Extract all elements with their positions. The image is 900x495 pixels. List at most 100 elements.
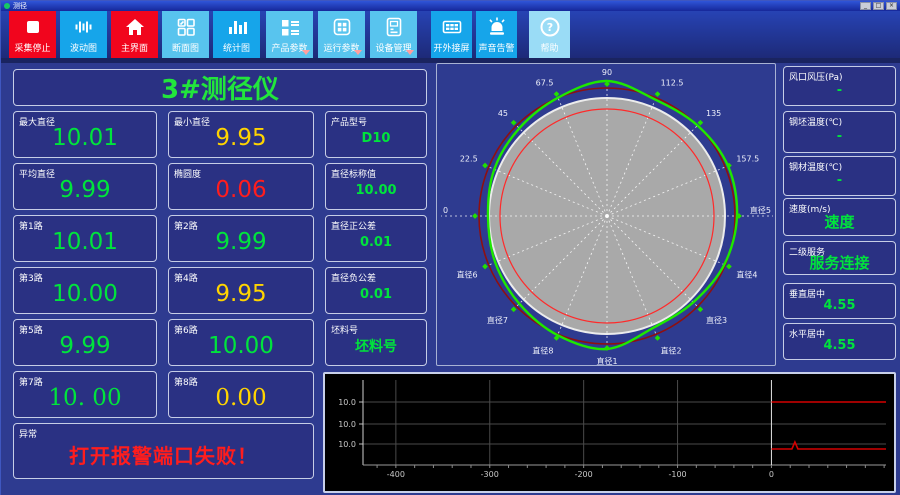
svg-text:?: ? [546, 21, 552, 34]
metric-cell: 最小直径 9.95 [168, 111, 314, 158]
right-panel: 风口风压(Pa) - 钢坯温度(℃) - 钢材温度(℃) - 速度(m/s) 速度 二级服务 服务… [783, 66, 896, 360]
polar-spoke-label: 112.5 [661, 79, 684, 88]
polar-spoke-label: 直径3 [706, 315, 727, 325]
metric-cell: 第8路 0.00 [168, 371, 314, 418]
polar-spoke-label: 直径6 [457, 270, 478, 280]
toolbar-button-stop[interactable]: 采集停止 [9, 11, 56, 58]
metric-cell: 坯料号 坯料号 [325, 319, 427, 366]
metric-cell: 第6路 10.00 [168, 319, 314, 366]
device-icon [382, 16, 405, 42]
metric-label: 第8路 [174, 378, 198, 388]
toolbar-button-section[interactable]: 断面图 [162, 11, 209, 58]
metric-label: 第7路 [19, 378, 43, 388]
toolbar-button-alarm[interactable]: 声音告警 [476, 11, 517, 58]
polar-profile-chart: 0 22.5 45 67.5 90 112.5 135 157.5 直径5 直径4 直径3 直径2 直径… [441, 68, 773, 366]
trend-x-tick-label: -100 [668, 470, 686, 479]
polar-spoke-label: 直径2 [661, 345, 682, 355]
dropdown-arrow-icon[interactable] [406, 50, 414, 55]
metric-label: 第4路 [174, 274, 198, 284]
right-panel-label: 钢坯温度(℃) [789, 118, 843, 128]
toolbar-button-barchart[interactable]: 统计图 [213, 11, 260, 58]
metric-cell: 椭圆度 0.06 [168, 163, 314, 210]
metric-cell: 最大直径 10.01 [13, 111, 157, 158]
toolbar-button-label: 开外接屏 [433, 44, 470, 54]
toolbar-button-label: 帮助 [540, 44, 559, 54]
right-panel-box: 速度(m/s) 速度 [783, 198, 896, 236]
toolbar-button-run-params[interactable]: 运行参数 [318, 11, 365, 58]
toolbar-button-waveform[interactable]: 波动图 [60, 11, 107, 58]
toolbar-button-label: 断面图 [171, 44, 199, 54]
metric-cell: 第4路 9.95 [168, 267, 314, 314]
metric-label: 直径正公差 [331, 222, 377, 232]
stop-icon [21, 16, 44, 42]
spoke-marker [553, 91, 560, 97]
metric-label: 平均直径 [19, 170, 56, 180]
toolbar-button-label: 波动图 [69, 44, 97, 54]
trend-x-tick-label: 0 [769, 470, 774, 479]
metric-label: 第3路 [19, 274, 43, 284]
metric-label: 直径负公差 [331, 274, 377, 284]
toolbar-button-help[interactable]: ? 帮助 [529, 11, 570, 58]
spoke-marker [654, 91, 661, 97]
metric-label: 第2路 [174, 222, 198, 232]
barchart-icon [225, 16, 248, 42]
maximize-button[interactable]: □ [873, 2, 884, 10]
metric-label: 最小直径 [174, 118, 211, 128]
alarm-box: 异常 打开报警端口失败！ [13, 423, 314, 479]
close-button[interactable]: × [886, 2, 897, 10]
metric-label: 产品型号 [331, 118, 368, 128]
dropdown-arrow-icon[interactable] [354, 50, 362, 55]
metric-cell: 第5路 9.99 [13, 319, 157, 366]
right-panel-box: 水平居中 4.55 [783, 323, 896, 360]
metric-label: 最大直径 [19, 118, 56, 128]
spoke-marker [510, 119, 517, 126]
polar-spoke-label: 90 [602, 68, 612, 77]
polar-spoke-label: 45 [498, 109, 508, 118]
toolbar-button-label: 采集停止 [14, 44, 51, 54]
toolbar-button-label: 统计图 [222, 44, 250, 54]
metric-label: 第5路 [19, 326, 43, 336]
metric-cell: 产品型号 D10 [325, 111, 427, 158]
right-panel-box: 垂直居中 4.55 [783, 283, 896, 319]
right-panel-label: 钢材温度(℃) [789, 163, 843, 173]
right-panel-box: 风口风压(Pa) - [783, 66, 896, 106]
polar-spoke-label: 0 [443, 206, 448, 215]
right-panel-box: 钢材温度(℃) - [783, 156, 896, 196]
minimize-button[interactable]: _ [860, 2, 871, 10]
metric-cell: 第7路 10. 00 [13, 371, 157, 418]
app-window: 测径 _ □ × 采集停止 波动图 主界面 断面图 统计图 产品参数 运行参数 设备管理开外接… [0, 0, 900, 495]
toolbar-button-product-params[interactable]: 产品参数 [266, 11, 313, 58]
spoke-marker [697, 119, 704, 126]
metric-label: 第1路 [19, 222, 43, 232]
toolbar-button-label: 声音告警 [478, 44, 515, 54]
alarm-icon [485, 16, 508, 42]
window-controls: _ □ × [860, 2, 897, 10]
metric-cell: 第3路 10.00 [13, 267, 157, 314]
polar-spoke-label: 直径5 [750, 205, 771, 215]
polar-spoke-label: 直径7 [487, 315, 508, 325]
trend-y-tick-label: 10.0 [338, 440, 356, 449]
help-icon: ? [538, 16, 561, 42]
trend-chart: 10.0 10.0 10.0 -400 -300 -200 -100 0 [325, 374, 894, 491]
polar-spoke-label: 157.5 [736, 154, 759, 163]
metric-label: 直径标称值 [331, 170, 377, 180]
spoke-marker [472, 213, 478, 219]
polar-spoke-label: 22.5 [460, 154, 478, 163]
toolbar-button-home[interactable]: 主界面 [111, 11, 158, 58]
toolbar-button-device[interactable]: 设备管理 [370, 11, 417, 58]
polar-chart-panel: 0 22.5 45 67.5 90 112.5 135 157.5 直径5 直径4 直径3 直径2 直径… [436, 63, 776, 366]
spoke-marker [510, 306, 517, 313]
right-panel-label: 速度(m/s) [789, 205, 831, 215]
spoke-marker [482, 162, 488, 169]
right-panel-label: 垂直居中 [789, 290, 826, 300]
alarm-message: 打开报警端口失败！ [69, 444, 258, 468]
polar-spoke-label: 直径4 [736, 270, 757, 280]
spoke-marker [482, 263, 488, 270]
window-title: 测径 [13, 2, 27, 10]
dropdown-arrow-icon[interactable] [302, 50, 310, 55]
spoke-marker [726, 263, 732, 270]
metric-cell: 直径负公差 0.01 [325, 267, 427, 314]
run-params-icon [330, 16, 353, 42]
polar-spoke-label: 67.5 [536, 79, 554, 88]
toolbar-button-monitor[interactable]: 开外接屏 [431, 11, 472, 58]
